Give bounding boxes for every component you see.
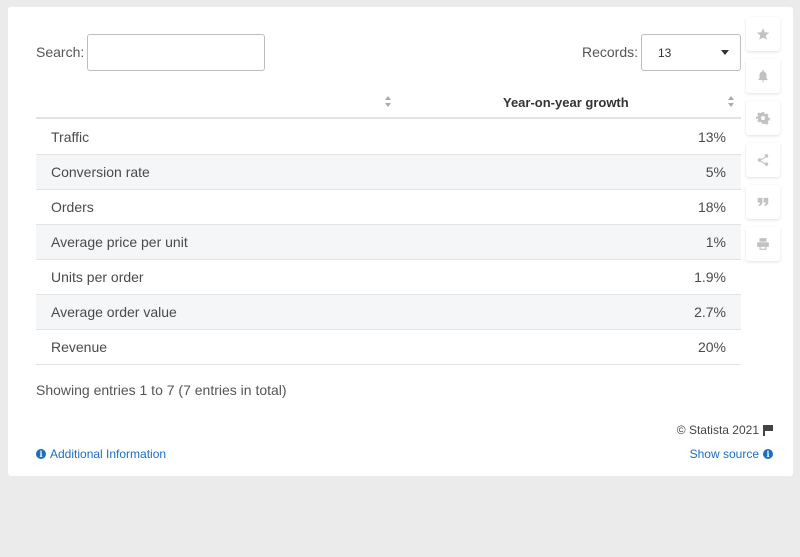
additional-information-link[interactable]: i Additional Information <box>36 447 166 461</box>
table-row: Conversion rate 5% <box>36 155 741 190</box>
row-label: Traffic <box>51 129 90 145</box>
row-label: Orders <box>51 199 94 215</box>
table-row: Revenue 20% <box>36 330 741 365</box>
share-button[interactable] <box>746 143 780 177</box>
show-source-link[interactable]: Show source i <box>690 447 773 461</box>
favorite-button[interactable] <box>746 17 780 51</box>
row-label: Average price per unit <box>51 234 188 250</box>
notification-button[interactable] <box>746 59 780 93</box>
table-row: Traffic 13% <box>36 120 741 155</box>
table-row: Average price per unit 1% <box>36 225 741 260</box>
info-icon: i <box>36 449 46 459</box>
row-label: Average order value <box>51 304 177 320</box>
caret-down-icon <box>721 50 729 55</box>
gear-icon <box>756 112 770 125</box>
cite-button[interactable] <box>746 185 780 219</box>
table-row: Units per order 1.9% <box>36 260 741 295</box>
row-value: 1.9% <box>694 269 726 285</box>
info-icon: i <box>763 449 773 459</box>
row-value: 18% <box>697 199 726 215</box>
search-input[interactable] <box>87 34 265 71</box>
quote-icon <box>757 197 769 207</box>
row-label: Revenue <box>51 339 108 355</box>
row-value: 20% <box>697 339 726 355</box>
row-value: 1% <box>705 234 726 250</box>
records-label: Records: <box>582 44 639 60</box>
records-select[interactable]: 13 <box>641 34 741 71</box>
row-value: 5% <box>705 164 726 180</box>
star-icon <box>756 28 770 40</box>
entries-info: Showing entries 1 to 7 (7 entries in tot… <box>36 382 287 398</box>
records-select-value: 13 <box>658 46 672 60</box>
copyright-text: © Statista 2021 <box>676 423 759 437</box>
bell-icon <box>758 70 768 82</box>
print-icon <box>757 238 769 250</box>
search-label: Search: <box>36 44 85 60</box>
copyright: © Statista 2021 <box>677 423 773 437</box>
row-label: Conversion rate <box>51 164 150 180</box>
row-value: 2.7% <box>694 304 726 320</box>
table-header: Year-on-year growth <box>36 85 741 119</box>
table-row: Average order value 2.7% <box>36 295 741 330</box>
flag-icon[interactable] <box>763 424 773 436</box>
settings-button[interactable] <box>746 101 780 135</box>
sort-icon[interactable] <box>385 96 393 108</box>
row-label: Units per order <box>51 269 144 285</box>
side-toolbar <box>746 17 780 269</box>
show-source-label: Show source <box>689 447 759 461</box>
column-header-growth[interactable]: Year-on-year growth <box>503 95 629 110</box>
additional-information-label: Additional Information <box>50 447 167 461</box>
sort-icon[interactable] <box>728 96 736 108</box>
row-value: 13% <box>697 129 726 145</box>
table-body: Traffic 13% Conversion rate 5% Orders 18… <box>36 120 741 365</box>
statistic-card: Search: Records: 13 Year-on-year growth … <box>8 7 793 476</box>
table-row: Orders 18% <box>36 190 741 225</box>
share-icon <box>757 154 769 166</box>
print-button[interactable] <box>746 227 780 261</box>
